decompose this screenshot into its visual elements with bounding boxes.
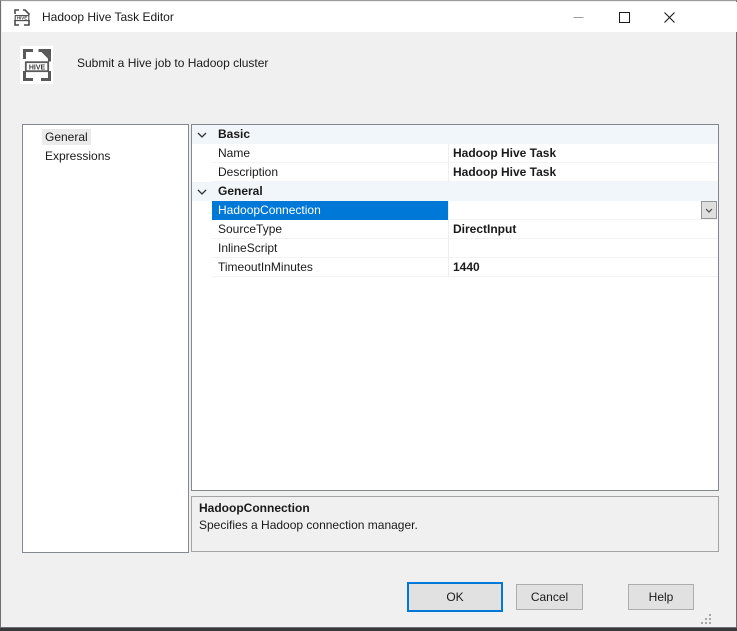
- title-bar[interactable]: HIVE Hadoop Hive Task Editor: [2, 2, 737, 32]
- property-value[interactable]: Hadoop Hive Task: [448, 144, 718, 163]
- window-title: Hadoop Hive Task Editor: [42, 10, 174, 24]
- chevron-down-icon: [705, 208, 713, 213]
- resize-grip[interactable]: [700, 613, 712, 625]
- property-value[interactable]: 1440: [448, 258, 718, 277]
- property-row-timeoutinminutes[interactable]: TimeoutInMinutes 1440: [192, 258, 718, 277]
- pages-listbox[interactable]: General Expressions: [22, 124, 189, 553]
- selected-property-title: HadoopConnection: [199, 501, 711, 515]
- maximize-button[interactable]: [601, 2, 647, 32]
- property-name[interactable]: SourceType: [212, 220, 448, 239]
- property-name[interactable]: TimeoutInMinutes: [212, 258, 448, 277]
- maximize-icon: [619, 12, 630, 23]
- cancel-button[interactable]: Cancel: [516, 584, 583, 610]
- hive-task-icon: HIVE: [22, 48, 52, 82]
- category-row-general[interactable]: General: [192, 182, 718, 201]
- property-value-editor[interactable]: [448, 201, 718, 220]
- category-label: Basic: [212, 125, 250, 144]
- property-row-sourcetype[interactable]: SourceType DirectInput: [192, 220, 718, 239]
- property-value[interactable]: DirectInput: [448, 220, 718, 239]
- collapse-toggle[interactable]: [192, 182, 212, 201]
- sidebar-item-expressions[interactable]: Expressions: [23, 147, 188, 166]
- minimize-icon: [573, 12, 584, 23]
- property-row-name[interactable]: Name Hadoop Hive Task: [192, 144, 718, 163]
- ok-button[interactable]: OK: [407, 582, 503, 612]
- dropdown-button[interactable]: [701, 201, 717, 219]
- property-name-selected[interactable]: HadoopConnection: [212, 201, 448, 220]
- property-name[interactable]: Description: [212, 163, 448, 182]
- property-grid[interactable]: Basic Name Hadoop Hive Task Description …: [191, 124, 719, 491]
- collapse-toggle[interactable]: [192, 125, 212, 144]
- dialog-surface: HIVE Hadoop Hive Task Editor: [0, 0, 737, 628]
- minimize-button[interactable]: [555, 2, 601, 32]
- chevron-down-icon: [197, 189, 207, 195]
- property-name[interactable]: Name: [212, 144, 448, 163]
- property-row-hadoopconnection[interactable]: HadoopConnection: [192, 201, 718, 220]
- property-row-description[interactable]: Description Hadoop Hive Task: [192, 163, 718, 182]
- chevron-down-icon: [197, 132, 207, 138]
- close-button[interactable]: [647, 2, 692, 32]
- task-description-text: Submit a Hive job to Hadoop cluster: [77, 56, 268, 70]
- property-description-panel: HadoopConnection Specifies a Hadoop conn…: [191, 496, 719, 552]
- category-label: General: [212, 182, 263, 201]
- sidebar-item-general[interactable]: General: [23, 128, 188, 147]
- svg-text:HIVE: HIVE: [28, 64, 45, 71]
- category-row-basic[interactable]: Basic: [192, 125, 718, 144]
- hive-task-icon-tile: HIVE: [20, 46, 53, 84]
- selected-property-description: Specifies a Hadoop connection manager.: [199, 518, 711, 532]
- property-row-inlinescript[interactable]: InlineScript: [192, 239, 718, 258]
- property-value[interactable]: [448, 239, 718, 258]
- hive-app-icon: HIVE: [13, 8, 31, 27]
- svg-text:HIVE: HIVE: [17, 16, 27, 21]
- property-name[interactable]: InlineScript: [212, 239, 448, 258]
- hadoop-hive-task-editor-window: HIVE Hadoop Hive Task Editor: [0, 0, 737, 631]
- property-value[interactable]: Hadoop Hive Task: [448, 163, 718, 182]
- close-icon: [664, 12, 675, 23]
- help-button[interactable]: Help: [628, 584, 694, 610]
